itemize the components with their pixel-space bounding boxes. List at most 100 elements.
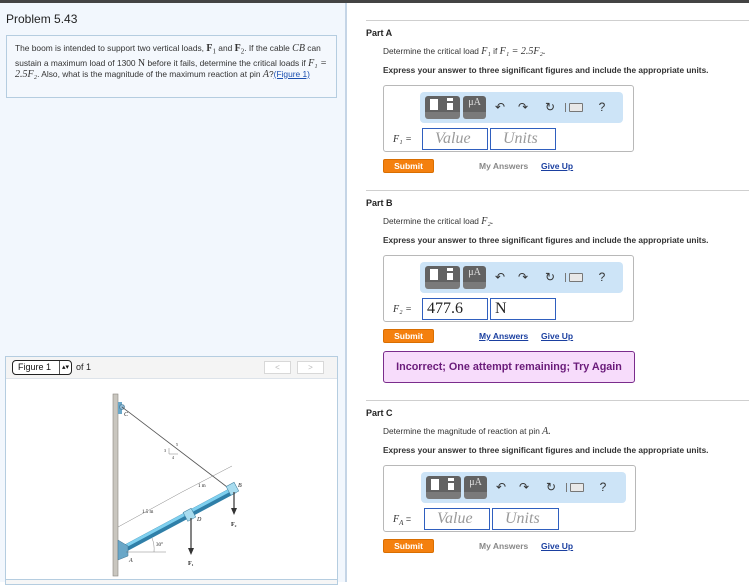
reset-icon[interactable]: ↻ (543, 270, 557, 284)
redo-icon[interactable]: ↷ (517, 480, 531, 494)
question-text: Determine the magnitude of reaction at p… (383, 426, 543, 436)
part-b-value-input[interactable]: 477.6 (422, 298, 488, 320)
label-eq: = (403, 514, 412, 524)
templates-icon-part (447, 273, 453, 280)
part-c-answer-box: μA ↶ ↷ ↻ ? FA = Value Units (383, 465, 636, 532)
question-text: Determine the critical load (383, 216, 482, 226)
units-button[interactable]: μA (463, 266, 486, 289)
part-a-title: Part A (366, 28, 393, 38)
part-b-units-input[interactable]: N (490, 298, 556, 320)
keyboard-icon[interactable] (569, 103, 583, 112)
part-c-instruction: Express your answer to three significant… (383, 445, 709, 455)
templates-icon-part (448, 478, 454, 481)
part-b-my-answers-link[interactable]: My Answers (479, 331, 528, 341)
keyboard-icon[interactable] (570, 483, 584, 492)
keyboard-icon[interactable] (569, 273, 583, 282)
part-c-submit-button[interactable]: Submit (383, 539, 434, 553)
figure-select[interactable]: Figure 1 ▴▾ (12, 360, 72, 375)
question-math: F₁ (481, 46, 491, 57)
figure-count: of 1 (76, 362, 92, 372)
separator (565, 273, 566, 282)
dim-line (181, 465, 233, 493)
templates-button[interactable] (425, 96, 460, 119)
part-a-give-up-link[interactable]: Give Up (541, 161, 573, 171)
label-text: F₁ = (393, 134, 412, 145)
units-button[interactable]: μA (464, 476, 487, 499)
math-cb: CB (292, 43, 305, 54)
part-a-label: F₁ = (393, 134, 412, 145)
templates-button[interactable] (425, 266, 460, 289)
question-text: if (490, 46, 500, 56)
boom-highlight (120, 486, 236, 550)
part-b-question: Determine the critical load F₂. (383, 216, 493, 227)
label-a: A (128, 558, 133, 564)
divider (366, 400, 749, 401)
label-f2: F₂ (231, 522, 237, 528)
part-c-question: Determine the magnitude of reaction at p… (383, 426, 551, 437)
part-b-give-up-link[interactable]: Give Up (541, 331, 573, 341)
boom-figure: C B D A F₁ F₂ 1 m 1.5 m 30° 3 4 5 (112, 393, 242, 577)
problem-statement: The boom is intended to support two vert… (6, 35, 337, 98)
redo-icon[interactable]: ↷ (516, 100, 530, 114)
figure-select-value: Figure 1 (18, 362, 52, 372)
label-f1: F₁ (188, 561, 194, 567)
templates-icon-part (447, 98, 453, 101)
question-text: Determine the critical load (383, 46, 482, 56)
separator (566, 483, 567, 492)
help-icon[interactable]: ? (596, 480, 610, 494)
label-15m: 1.5 m (142, 510, 154, 515)
statement-text: and (215, 43, 235, 53)
boom-ab (118, 486, 238, 554)
part-b-feedback: Incorrect; One attempt remaining; Try Ag… (383, 351, 635, 383)
math-toolbar: μA ↶ ↷ ↻ ? (420, 262, 623, 293)
next-figure-button[interactable]: > (297, 361, 324, 374)
separator (565, 103, 566, 112)
question-math: F₁ = 2.5F₂. (499, 46, 546, 57)
templates-icon-part (447, 103, 453, 110)
templates-button[interactable] (426, 476, 461, 499)
part-a-value-input[interactable]: Value (422, 128, 488, 150)
figure-panel: Figure 1 ▴▾ of 1 < > C B D A F₁ F₂ 1 m 1… (5, 356, 338, 585)
reset-icon[interactable]: ↻ (544, 480, 558, 494)
prev-figure-button[interactable]: < (264, 361, 291, 374)
math-toolbar: μA ↶ ↷ ↻ ? (420, 92, 623, 123)
undo-icon[interactable]: ↶ (494, 480, 508, 494)
part-c-give-up-link[interactable]: Give Up (541, 541, 573, 551)
templates-icon (431, 479, 439, 490)
statement-text: before it fails, determine the critical … (145, 57, 309, 68)
statement-text: . If the cable (244, 43, 293, 53)
redo-icon[interactable]: ↷ (516, 270, 530, 284)
part-c-my-answers: My Answers (479, 541, 529, 551)
part-c-units-input[interactable]: Units (492, 508, 559, 530)
part-a-submit-button[interactable]: Submit (383, 159, 434, 173)
units-button[interactable]: μA (463, 96, 486, 119)
label-c: C (124, 412, 129, 418)
help-icon[interactable]: ? (595, 270, 609, 284)
part-a-answer-box: μA ↶ ↷ ↻ ? F₁ = Value Units (383, 85, 634, 152)
help-icon[interactable]: ? (595, 100, 609, 114)
problem-panel: Problem 5.43 The boom is intended to sup… (0, 3, 347, 585)
bracket-a (117, 539, 129, 561)
statement-text: The boom is intended to support two vert… (15, 43, 207, 53)
reset-icon[interactable]: ↻ (543, 100, 557, 114)
part-a-my-answers: My Answers (479, 161, 529, 171)
label-text: F₂ = (393, 304, 412, 315)
label-slope-4: 4 (172, 455, 174, 460)
figure-link[interactable]: (Figure 1) (274, 69, 310, 79)
part-a-question: Determine the critical load F₁ if F₁ = 2… (383, 46, 546, 57)
label-slope-5: 5 (176, 442, 178, 447)
undo-icon[interactable]: ↶ (493, 270, 507, 284)
label-angle: 30° (156, 543, 163, 548)
templates-icon (430, 269, 438, 280)
force-f1-arrow (188, 548, 194, 555)
part-c-value-input[interactable]: Value (424, 508, 490, 530)
part-b-answer-box: μA ↶ ↷ ↻ ? F₂ = 477.6 N (383, 255, 634, 322)
part-a-units-input[interactable]: Units (490, 128, 556, 150)
math-toolbar: μA ↶ ↷ ↻ ? (421, 472, 626, 503)
part-c-label: FA = (393, 514, 411, 527)
cable-cb (121, 406, 232, 491)
label-1m: 1 m (198, 484, 206, 489)
statement-text: . Also, what is the magnitude of the max… (37, 68, 263, 79)
part-b-submit-button[interactable]: Submit (383, 329, 434, 343)
undo-icon[interactable]: ↶ (493, 100, 507, 114)
